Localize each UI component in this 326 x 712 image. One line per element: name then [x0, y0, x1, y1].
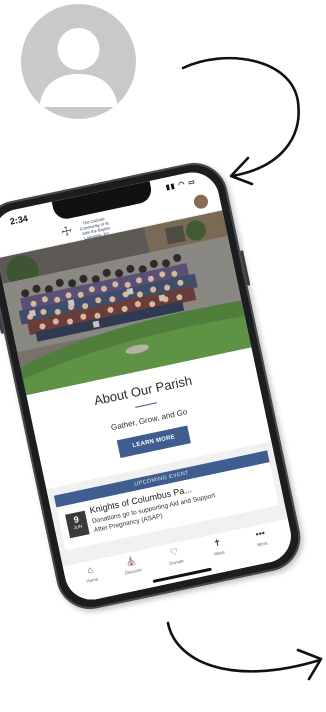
- user-avatar[interactable]: [192, 193, 210, 211]
- tab-home[interactable]: ⌂ Home: [69, 561, 112, 587]
- event-date-badge: 9 JUN: [65, 510, 90, 539]
- parish-logo-icon: ☩: [59, 223, 74, 240]
- status-time: 2:34: [8, 213, 29, 227]
- bottom-curved-arrow: [166, 621, 322, 673]
- tab-donate[interactable]: ♡ Donate: [154, 543, 197, 569]
- about-divider: [135, 402, 157, 408]
- learn-more-button[interactable]: LEARN MORE: [117, 425, 191, 458]
- tab-mass[interactable]: ✝ Mass: [197, 534, 240, 560]
- top-curved-arrow: [181, 56, 300, 178]
- tab-discover[interactable]: ⛪ Discover: [111, 552, 154, 578]
- tab-more[interactable]: ••• More: [240, 525, 283, 551]
- status-icons: ▮▮ ◠ ▭: [165, 178, 197, 192]
